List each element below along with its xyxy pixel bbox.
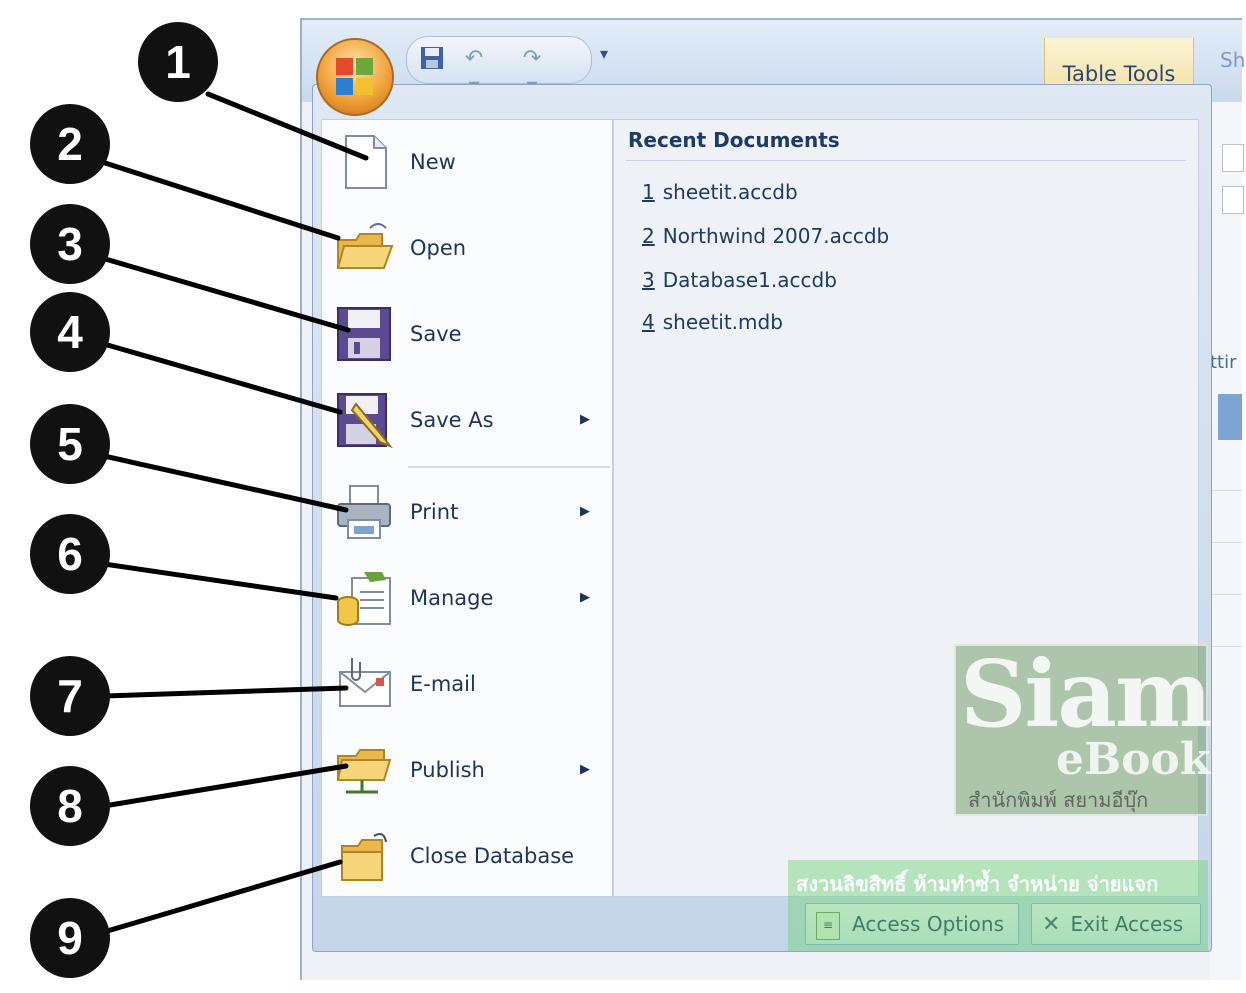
callout-badge: 6 bbox=[30, 514, 110, 594]
callout-badge: 9 bbox=[30, 898, 110, 978]
callout-badge: 7 bbox=[30, 656, 110, 736]
callout-badge: 3 bbox=[30, 204, 110, 284]
callout-badge: 4 bbox=[30, 292, 110, 372]
callout-badge: 8 bbox=[30, 766, 110, 846]
callout-badge: 1 bbox=[138, 22, 218, 102]
callout-badge: 2 bbox=[30, 104, 110, 184]
callout-badge: 5 bbox=[30, 404, 110, 484]
callout-lines bbox=[99, 91, 369, 935]
